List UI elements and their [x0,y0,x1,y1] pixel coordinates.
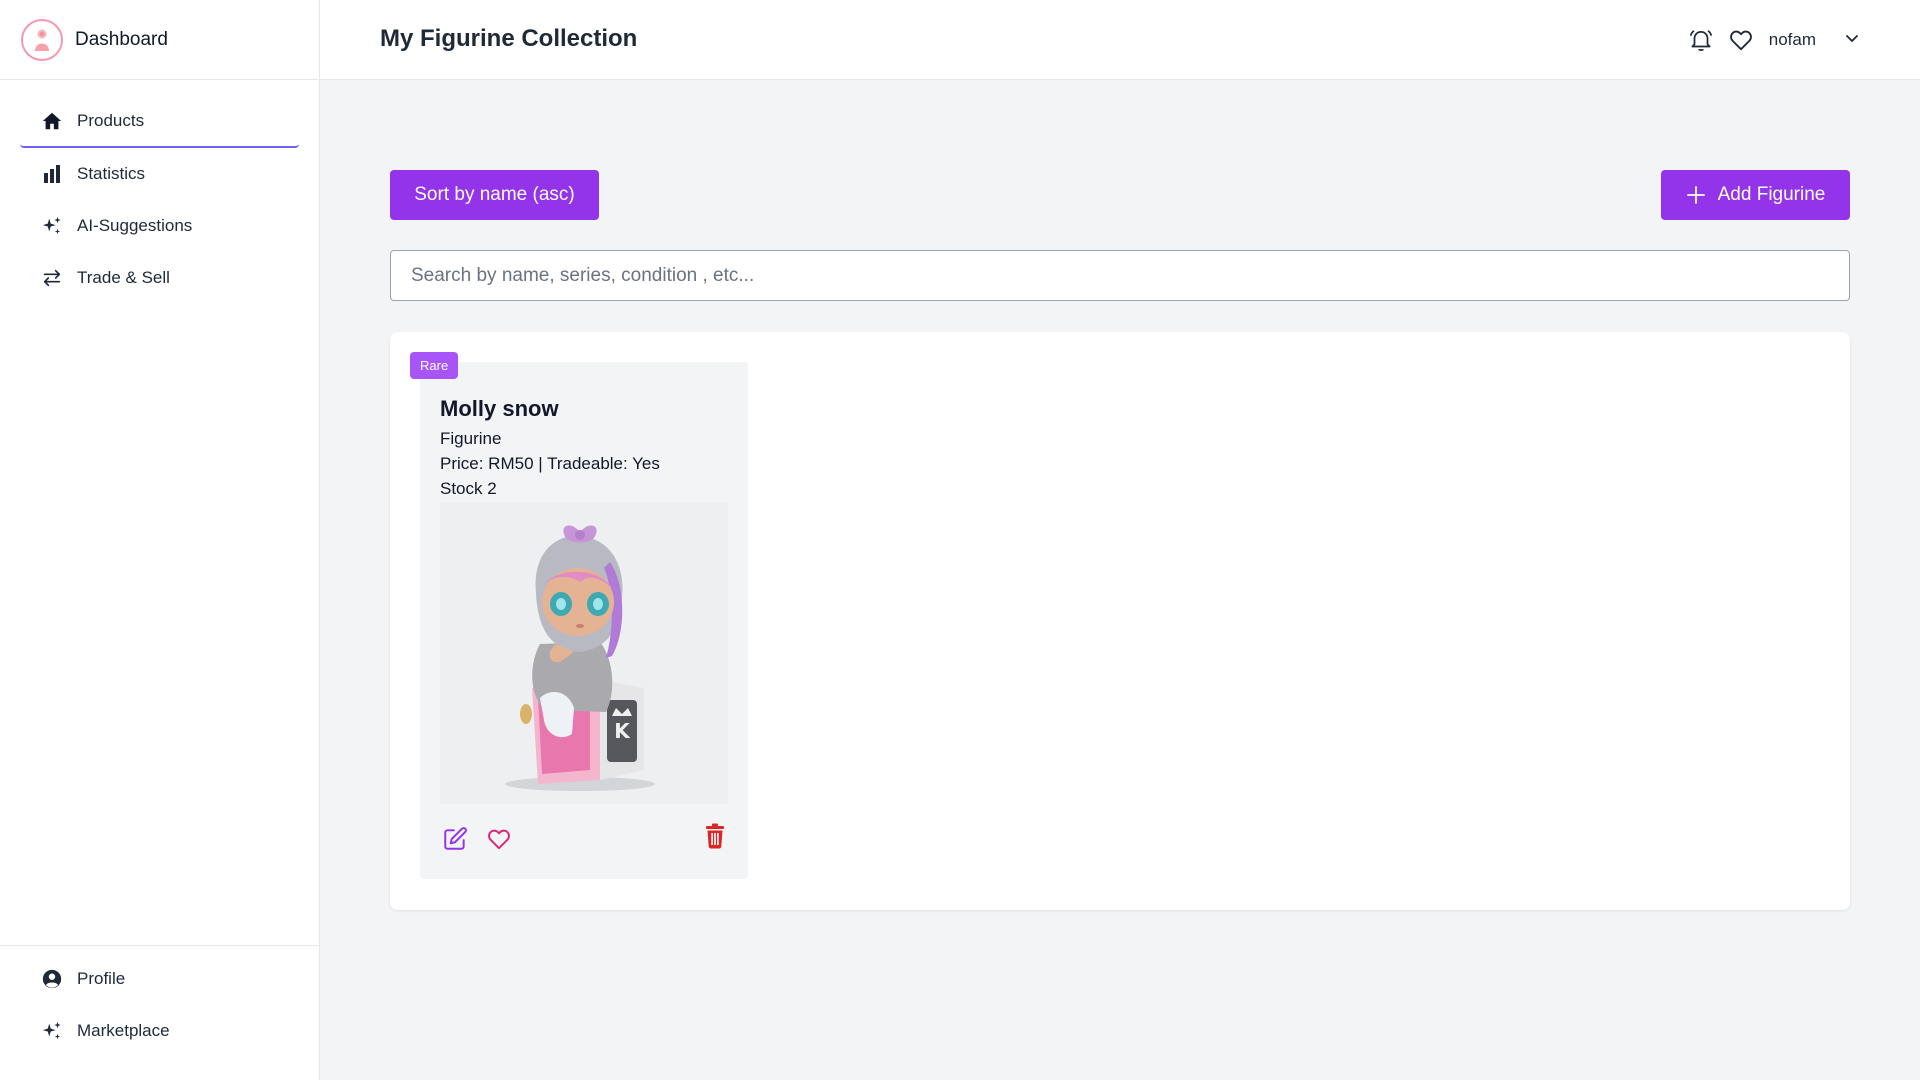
arrows-exchange-icon [40,266,64,290]
brand-title: Dashboard [75,28,168,50]
sort-button[interactable]: Sort by name (asc) [390,170,599,220]
brand-logo [21,18,63,61]
favorite-heart-icon[interactable] [484,824,514,854]
bar-chart-icon [40,162,64,186]
sidebar-item-label: Marketplace [77,1021,170,1040]
product-image: K [440,502,728,804]
product-actions [440,821,730,854]
sidebar-item-ai-suggestions[interactable]: AI-Suggestions [20,200,299,252]
add-figurine-button[interactable]: Add Figurine [1661,170,1850,220]
sidebar-item-label: Products [77,111,145,130]
products-panel: Rare Molly snow Figurine Price: RM50 | T… [390,332,1850,910]
sidebar-item-statistics[interactable]: Statistics [20,148,299,200]
sidebar-item-label: Statistics [77,164,146,183]
product-price-tradeable: Price: RM50 | Tradeable: Yes [440,454,660,473]
product-stock: Stock 2 [440,479,497,498]
sidebar-item-products[interactable]: Products [20,96,299,148]
sidebar: Dashboard Products Statistics AI-Suggest… [0,0,320,1080]
product-card[interactable]: Rare Molly snow Figurine Price: RM50 | T… [410,352,748,879]
sidebar-item-profile[interactable]: Profile [20,953,299,1005]
page-title: My Figurine Collection [380,25,638,52]
search-input[interactable] [390,250,1850,301]
brand[interactable]: Dashboard [0,0,319,80]
sidebar-bottom: Profile Marketplace [0,945,319,1080]
chevron-down-icon[interactable] [1844,30,1860,51]
sidebar-nav: Products Statistics AI-Suggestions Trade… [0,80,319,304]
heart-icon[interactable] [1727,26,1755,54]
rarity-badge: Rare [410,352,459,379]
edit-icon[interactable] [440,824,470,854]
product-type: Figurine [440,429,502,448]
sparkles-icon [40,1019,64,1043]
user-circle-icon [40,967,64,991]
sidebar-item-trade-sell[interactable]: Trade & Sell [20,252,299,304]
sidebar-item-marketplace[interactable]: Marketplace [20,1005,299,1057]
bell-icon[interactable] [1687,26,1715,54]
sidebar-item-label: Trade & Sell [77,268,170,287]
add-figurine-label: Add Figurine [1717,184,1826,205]
user-menu-name[interactable]: nofam [1769,30,1816,50]
home-icon [40,109,64,133]
product-name: Molly snow [440,396,559,421]
header-actions: nofam [1675,24,1860,56]
sidebar-item-label: Profile [77,969,126,988]
trash-icon[interactable] [700,821,730,851]
svg-text:K: K [614,719,631,743]
sidebar-item-label: AI-Suggestions [77,216,193,235]
top-header: My Figurine Collection nofam [320,0,1920,80]
sparkles-icon [40,214,64,238]
plus-icon [1686,185,1706,205]
